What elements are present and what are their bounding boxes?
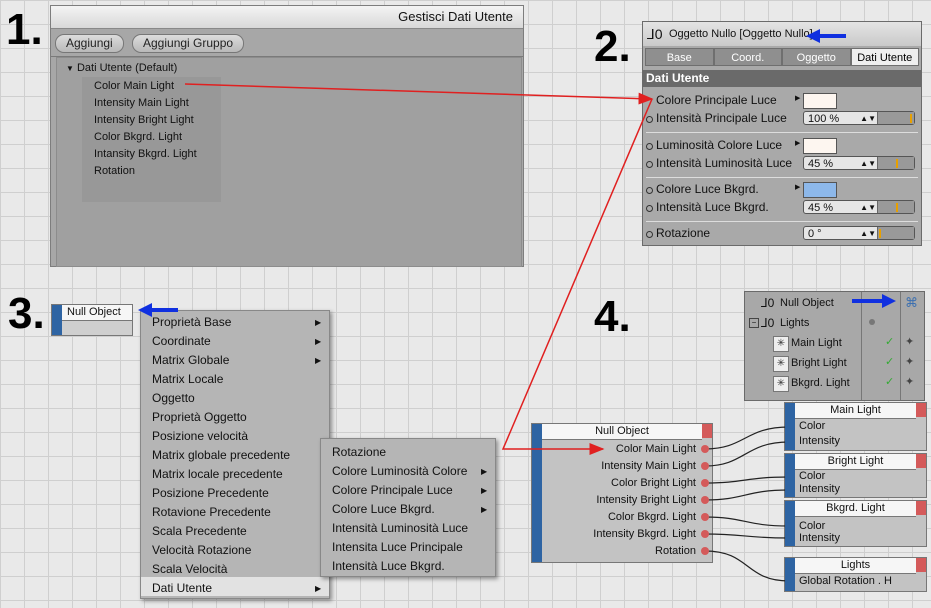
port-dot[interactable] [701, 530, 709, 538]
blue-arrow-left [806, 29, 846, 43]
port-dot[interactable] [701, 547, 709, 555]
port-dot[interactable] [785, 522, 793, 530]
wire[interactable] [704, 516, 790, 527]
arrow-panel1-to-panel2 [184, 83, 654, 105]
port-dot[interactable] [785, 423, 793, 431]
port-dot[interactable] [701, 445, 709, 453]
wire[interactable] [704, 476, 790, 484]
wire[interactable] [704, 550, 790, 582]
xpresso-wires [704, 426, 790, 582]
arrow-panel2-to-panel4 [501, 98, 653, 455]
red-arrows [184, 83, 654, 455]
output-port-dots [701, 445, 709, 555]
port-dot[interactable] [701, 496, 709, 504]
port-dot[interactable] [701, 513, 709, 521]
wire[interactable] [704, 489, 790, 501]
port-dot[interactable] [785, 473, 793, 481]
blue-arrows [138, 29, 896, 317]
annotation-overlay [138, 29, 896, 585]
port-dot[interactable] [785, 577, 793, 585]
port-dot[interactable] [701, 479, 709, 487]
wire[interactable] [704, 426, 790, 450]
wire[interactable] [704, 533, 790, 539]
blue-arrow-right [852, 294, 896, 308]
port-dot[interactable] [785, 534, 793, 542]
port-dot[interactable] [701, 462, 709, 470]
port-dot[interactable] [785, 438, 793, 446]
input-port-dots [785, 423, 793, 585]
wire[interactable] [704, 441, 790, 467]
blue-arrow-left [138, 303, 178, 317]
port-dot[interactable] [785, 486, 793, 494]
